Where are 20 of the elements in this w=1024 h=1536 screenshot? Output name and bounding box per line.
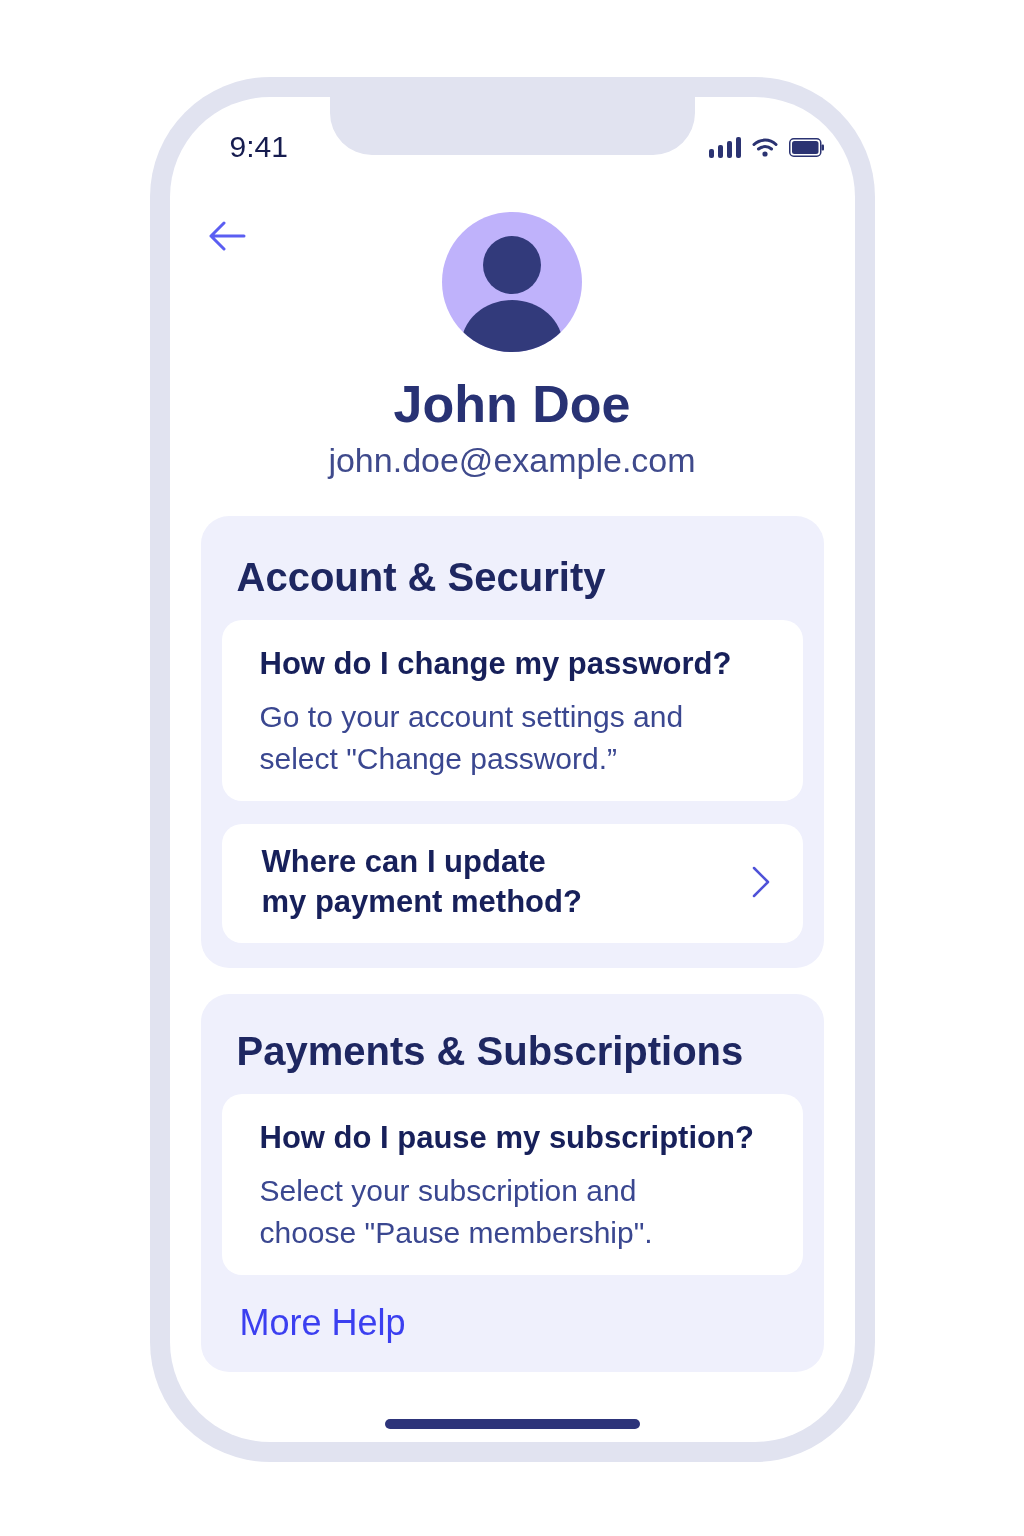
avatar-icon	[442, 212, 582, 352]
battery-icon	[788, 137, 824, 157]
profile-email: john.doe@example.com	[326, 440, 697, 480]
faq-card[interactable]: Where can I update my payment method?	[221, 824, 803, 943]
faq-answer: Select your subscription and choose "Pause membership".	[259, 1173, 654, 1251]
faq-card[interactable]: How do I pause my subscription? Select your subscription and choose "Pause membership".	[221, 1094, 803, 1275]
faq-question: How do I pause my subscription?	[259, 1119, 755, 1157]
signal-icon	[708, 136, 741, 158]
wifi-icon	[751, 137, 778, 157]
profile-name: John Doe	[392, 374, 632, 434]
faq-question: Where can I update my payment method?	[261, 843, 583, 921]
status-time: 9:41	[229, 129, 288, 165]
section-title: Payments & Subscriptions	[236, 1028, 745, 1075]
faq-answer: Go to your account settings and select "Change password.”	[259, 699, 685, 777]
faq-card[interactable]: How do I change my password? Go to your account settings and select "Change password.”	[221, 620, 803, 801]
faq-question: How do I change my password?	[259, 645, 733, 683]
back-arrow-icon	[207, 221, 246, 251]
more-help-link[interactable]: More Help	[239, 1302, 406, 1344]
section-title: Account & Security	[236, 554, 607, 601]
chevron-right-icon	[750, 866, 771, 898]
